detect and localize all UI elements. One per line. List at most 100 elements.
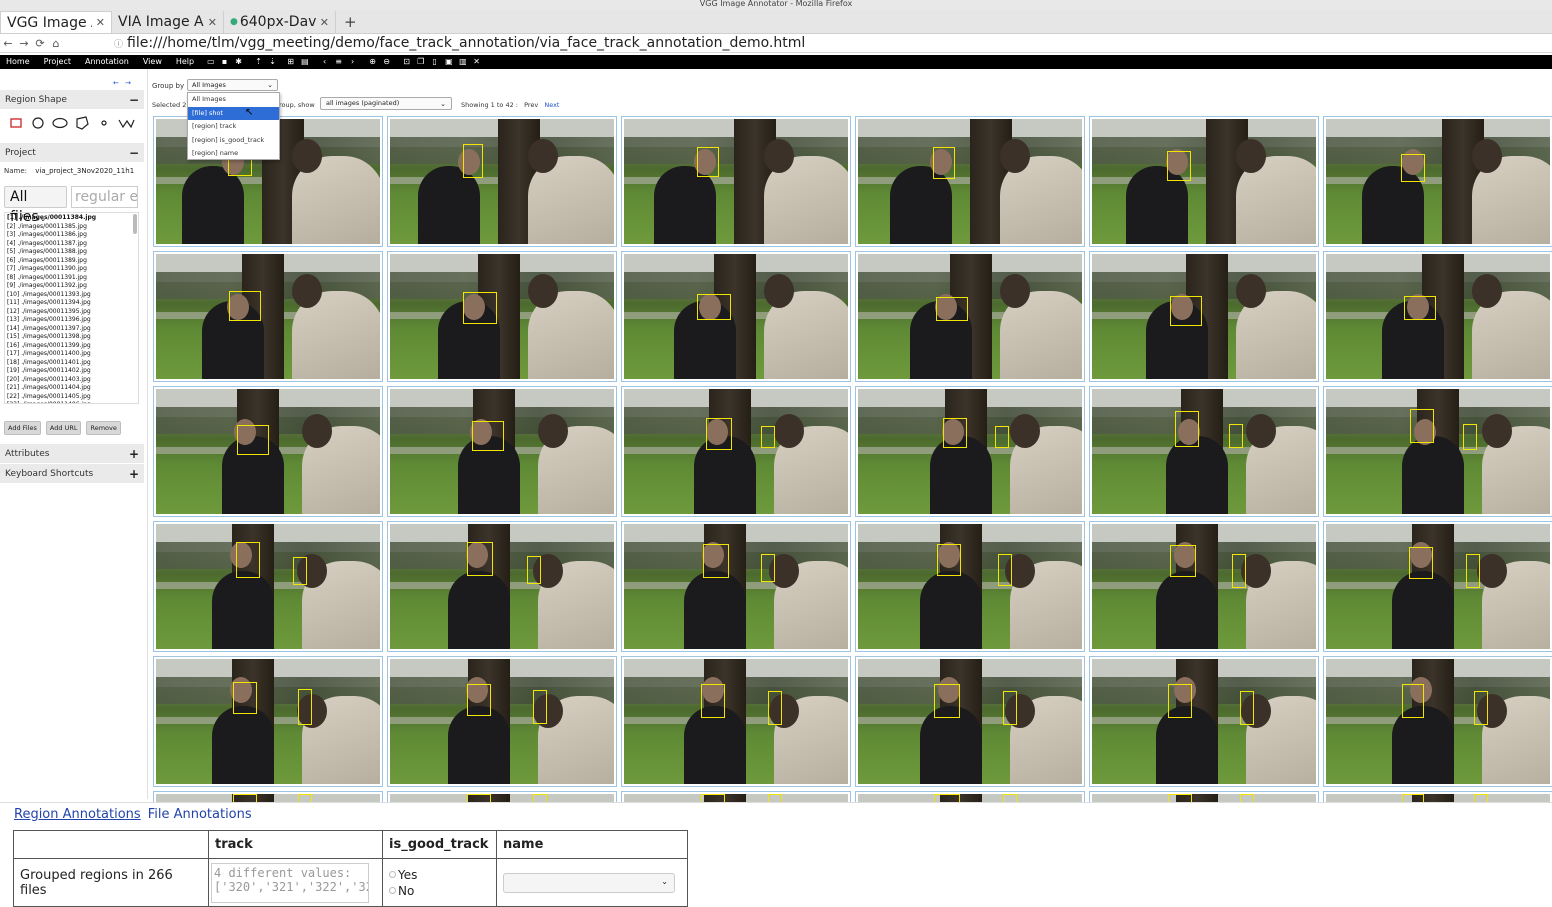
face-bounding-box[interactable] — [936, 297, 968, 321]
face-bounding-box[interactable] — [1402, 684, 1424, 718]
face-bounding-box[interactable] — [934, 794, 960, 802]
face-bounding-box[interactable] — [472, 421, 504, 451]
face-bounding-box[interactable] — [463, 144, 483, 178]
face-bounding-box[interactable] — [298, 689, 312, 725]
image-thumbnail[interactable] — [1089, 251, 1319, 382]
file-list-item[interactable]: [13] ./images/00011396.jpg — [7, 316, 136, 325]
circle-icon[interactable] — [27, 115, 49, 131]
image-thumbnail[interactable] — [387, 251, 617, 382]
file-list-item[interactable]: [4] ./images/00011387.jpg — [7, 240, 136, 249]
face-bounding-box[interactable] — [1003, 794, 1017, 802]
menu-project[interactable]: Project — [37, 55, 78, 69]
image-thumbnail[interactable] — [855, 656, 1085, 787]
face-bounding-box[interactable] — [463, 292, 497, 324]
radio-button[interactable] — [389, 871, 396, 878]
file-list-item[interactable]: [18] ./images/00011401.jpg — [7, 359, 136, 368]
prev-page-link[interactable]: Prev — [524, 101, 538, 109]
face-bounding-box[interactable] — [1175, 411, 1199, 447]
collapse-icon[interactable]: − — [129, 146, 139, 160]
menu-annotation[interactable]: Annotation — [78, 55, 136, 69]
face-bounding-box[interactable] — [1410, 409, 1434, 443]
list-icon[interactable]: ≡ — [335, 55, 342, 69]
dropdown-option[interactable]: [region] is_good_track — [188, 134, 279, 148]
keyboard-shortcuts-header[interactable]: Keyboard Shortcuts + — [0, 464, 144, 483]
face-bounding-box[interactable] — [697, 147, 719, 177]
image-thumbnail[interactable] — [153, 656, 383, 787]
face-bounding-box[interactable] — [697, 294, 731, 320]
face-bounding-box[interactable] — [467, 794, 491, 802]
face-bounding-box[interactable] — [293, 557, 307, 585]
file-list-item[interactable]: [16] ./images/00011399.jpg — [7, 342, 136, 351]
menu-help[interactable]: Help — [169, 55, 201, 69]
face-bounding-box[interactable] — [237, 425, 269, 455]
files-filter-select[interactable]: All files⌄ — [4, 186, 67, 225]
face-bounding-box[interactable] — [527, 556, 541, 584]
image-thumbnail[interactable] — [621, 251, 851, 382]
face-bounding-box[interactable] — [937, 544, 961, 576]
close-icon[interactable]: ✕ — [208, 16, 217, 29]
radio-button[interactable] — [389, 887, 396, 894]
file-list-item[interactable]: [10] ./images/00011393.jpg — [7, 291, 136, 300]
select-all-icon[interactable]: ⊡ — [403, 55, 410, 69]
region-shape-header[interactable]: Region Shape − — [0, 90, 144, 109]
face-bounding-box[interactable] — [1474, 691, 1488, 725]
image-thumbnail[interactable] — [855, 386, 1085, 517]
image-thumbnail[interactable] — [855, 521, 1085, 652]
open-folder-icon[interactable]: ▭ — [207, 55, 215, 69]
image-thumbnail[interactable] — [1089, 386, 1319, 517]
filename-filter-input[interactable]: regular e: — [71, 186, 138, 208]
image-thumbnail[interactable] — [621, 656, 851, 787]
paste-icon[interactable]: ▯ — [431, 55, 438, 69]
comment-icon[interactable]: ▤ — [301, 55, 309, 69]
face-bounding-box[interactable] — [934, 684, 960, 718]
face-bounding-box[interactable] — [1474, 794, 1488, 802]
face-bounding-box[interactable] — [1170, 545, 1196, 577]
face-bounding-box[interactable] — [236, 542, 260, 578]
image-thumbnail[interactable] — [855, 251, 1085, 382]
image-thumbnail[interactable] — [1323, 521, 1552, 652]
image-thumbnail[interactable] — [1089, 791, 1319, 802]
scrollbar[interactable] — [133, 214, 137, 234]
file-list[interactable]: [1] ./images/00011384.jpg [2] ./images/00… — [4, 212, 139, 404]
image-thumbnail[interactable] — [153, 251, 383, 382]
browser-tab-via[interactable]: VGG Image A ✕ — [0, 11, 112, 33]
face-bounding-box[interactable] — [1170, 296, 1202, 326]
upload-icon[interactable]: ⇡ — [255, 55, 262, 69]
url-input[interactable]: file:///home/tlm/vgg_meeting/demo/face_t… — [127, 35, 805, 51]
group-by-select[interactable]: All Images ⌄ — [187, 79, 278, 91]
face-bounding-box[interactable] — [761, 554, 775, 582]
image-thumbnail[interactable] — [1323, 251, 1552, 382]
file-list-item[interactable]: [11] ./images/00011394.jpg — [7, 299, 136, 308]
face-bounding-box[interactable] — [1232, 554, 1246, 588]
image-thumbnail[interactable] — [621, 386, 851, 517]
dropdown-option[interactable]: All Images — [188, 93, 279, 107]
dropdown-option[interactable]: [region] track — [188, 120, 279, 134]
face-bounding-box[interactable] — [1168, 794, 1192, 802]
image-thumbnail[interactable] — [153, 386, 383, 517]
ellipse-icon[interactable] — [49, 115, 71, 131]
add-url-button[interactable]: Add URL — [45, 421, 82, 435]
polyline-icon[interactable] — [115, 115, 137, 131]
show-mode-select[interactable]: all images (paginated) ⌄ — [320, 97, 452, 110]
radio-no[interactable]: No — [389, 883, 490, 899]
point-icon[interactable] — [93, 115, 115, 131]
image-thumbnail[interactable] — [387, 521, 617, 652]
save-icon[interactable]: ▪ — [221, 55, 228, 69]
collapse-icon[interactable]: − — [129, 93, 139, 107]
face-bounding-box[interactable] — [1401, 154, 1425, 182]
file-list-item[interactable]: [14] ./images/00011397.jpg — [7, 325, 136, 334]
attributes-header[interactable]: Attributes + — [0, 444, 144, 463]
face-bounding-box[interactable] — [768, 794, 782, 802]
add-files-button[interactable]: Add Files — [4, 421, 41, 435]
file-list-item[interactable]: [6] ./images/00011389.jpg — [7, 257, 136, 266]
image-thumbnail[interactable] — [1323, 386, 1552, 517]
face-bounding-box[interactable] — [943, 418, 967, 448]
face-bounding-box[interactable] — [706, 418, 732, 450]
image-thumbnail[interactable] — [387, 656, 617, 787]
info-icon[interactable]: ⓘ — [114, 37, 123, 50]
face-bounding-box[interactable] — [1229, 424, 1243, 448]
file-list-item[interactable]: [17] ./images/00011400.jpg — [7, 350, 136, 359]
remove-button[interactable]: Remove — [86, 421, 121, 435]
face-bounding-box[interactable] — [1240, 794, 1254, 802]
file-list-item[interactable]: [1] ./images/00011384.jpg — [7, 214, 136, 223]
